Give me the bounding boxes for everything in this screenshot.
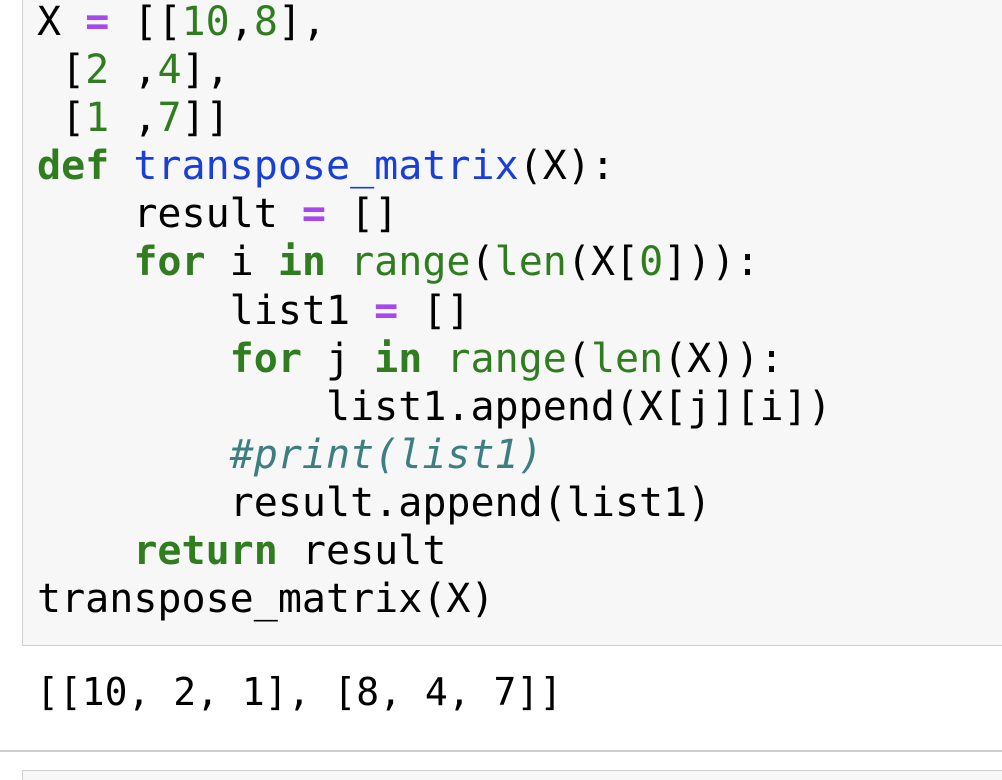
code-token: i bbox=[205, 239, 278, 286]
code-token: ( bbox=[566, 335, 591, 382]
code-line: transpose_matrix(X) bbox=[37, 575, 832, 623]
code-line: result.append(list1) bbox=[37, 479, 832, 527]
code-token: 4 bbox=[157, 47, 182, 94]
code-token: (X)): bbox=[663, 335, 784, 382]
code-token: 2 bbox=[85, 47, 110, 94]
code-token: [ bbox=[37, 95, 86, 142]
code-line: result = [] bbox=[37, 190, 832, 238]
code-token: [] bbox=[398, 287, 471, 334]
code-token: range bbox=[446, 335, 567, 382]
code-token: [[ bbox=[133, 0, 182, 45]
code-token: (X): bbox=[518, 143, 615, 190]
code-token: X bbox=[37, 0, 62, 45]
code-token: 0 bbox=[639, 239, 664, 286]
next-code-cell[interactable] bbox=[22, 770, 1002, 780]
code-token: list1.append(X[j][i]) bbox=[37, 383, 832, 430]
code-token: range bbox=[350, 239, 471, 286]
code-token: list1 bbox=[37, 287, 375, 334]
code-token: j bbox=[301, 335, 375, 382]
code-token: 7 bbox=[157, 95, 182, 142]
code-token: ], bbox=[277, 0, 327, 45]
code-token: = bbox=[374, 287, 399, 334]
code-token: , bbox=[229, 0, 254, 45]
cell-divider bbox=[0, 750, 1002, 752]
code-token: , bbox=[109, 95, 158, 142]
code-token: (X[ bbox=[566, 239, 640, 286]
code-token: 8 bbox=[253, 0, 278, 45]
code-token: transpose_matrix(X) bbox=[37, 576, 495, 623]
code-line: list1.append(X[j][i]) bbox=[37, 383, 832, 431]
code-token: in bbox=[374, 335, 423, 382]
code-token: transpose_matrix bbox=[133, 143, 519, 190]
notebook-page: X = [[10,8], [2 ,4], [1 ,7]] def transpos… bbox=[0, 0, 1002, 780]
code-token: ])): bbox=[663, 239, 760, 286]
code-line: for i in range(len(X[0])): bbox=[37, 238, 832, 286]
code-token: len bbox=[494, 239, 567, 286]
code-token: for bbox=[133, 239, 206, 286]
code-token: return bbox=[133, 528, 278, 575]
code-token: ], bbox=[181, 47, 230, 94]
code-editor[interactable]: X = [[10,8], [2 ,4], [1 ,7]] def transpos… bbox=[37, 0, 832, 623]
code-line: return result bbox=[37, 527, 832, 575]
code-line: list1 = [] bbox=[37, 287, 832, 335]
code-token: ( bbox=[470, 239, 495, 286]
code-token: #print(list1) bbox=[229, 431, 543, 478]
cell-output: [[10, 2, 1], [8, 4, 7]] bbox=[36, 670, 563, 714]
code-token: , bbox=[109, 47, 158, 94]
code-cell-input[interactable]: X = [[10,8], [2 ,4], [1 ,7]] def transpos… bbox=[22, 0, 1002, 646]
code-token: = bbox=[301, 191, 326, 238]
code-line: [1 ,7]] bbox=[37, 94, 832, 142]
code-token: result.append(list1) bbox=[37, 479, 712, 526]
code-token: def bbox=[37, 143, 110, 190]
code-token: in bbox=[277, 239, 326, 286]
code-token: for bbox=[229, 335, 302, 382]
code-token: result bbox=[37, 191, 302, 238]
code-line: def transpose_matrix(X): bbox=[37, 142, 832, 190]
code-line: #print(list1) bbox=[37, 431, 832, 479]
code-token: [] bbox=[326, 191, 399, 238]
code-line: for j in range(len(X)): bbox=[37, 335, 832, 383]
code-token: 1 bbox=[85, 95, 110, 142]
code-token: 10 bbox=[181, 0, 230, 45]
code-line: [2 ,4], bbox=[37, 46, 832, 94]
code-token: len bbox=[590, 335, 664, 382]
code-line: X = [[10,8], bbox=[37, 0, 832, 46]
code-token: ]] bbox=[181, 95, 230, 142]
code-token: result bbox=[277, 528, 447, 575]
code-token: = bbox=[85, 0, 110, 45]
code-token: [ bbox=[37, 47, 86, 94]
